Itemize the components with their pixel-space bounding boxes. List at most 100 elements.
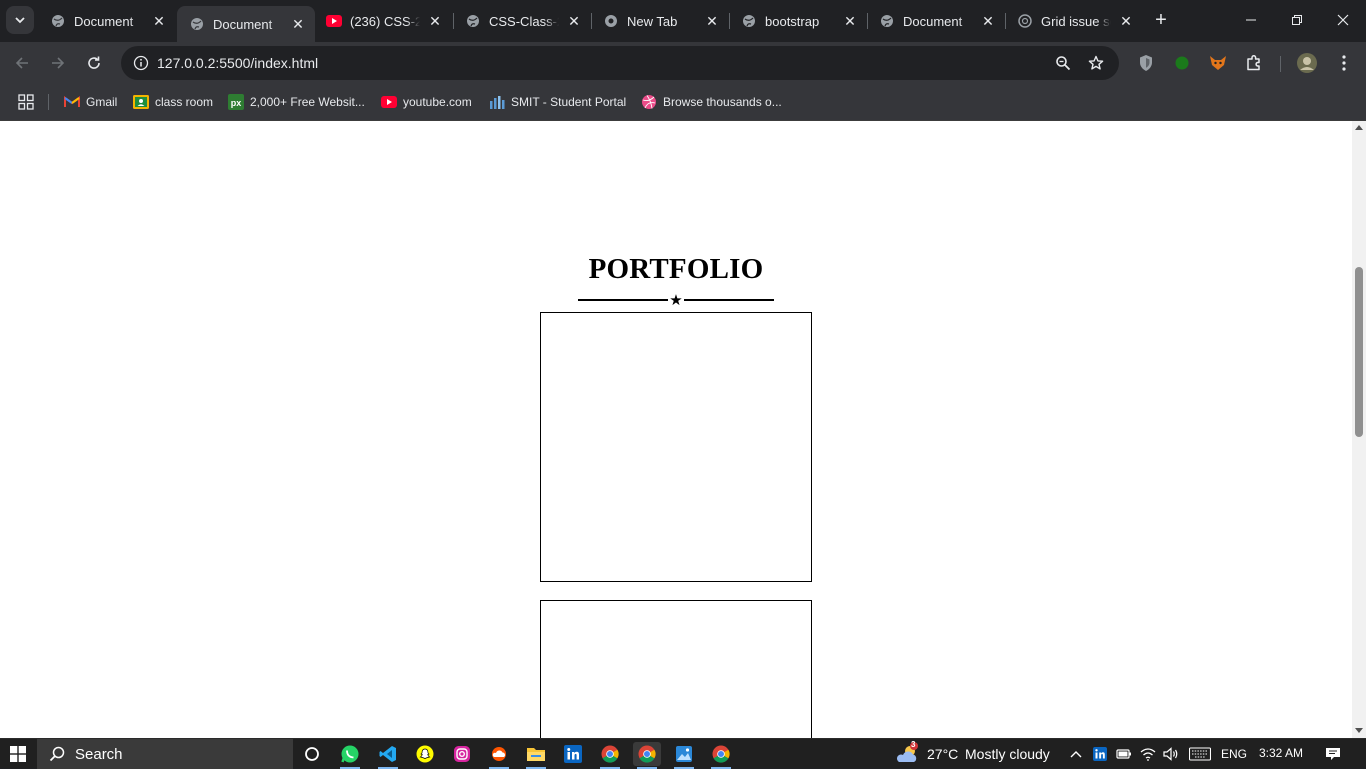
taskbar-vscode[interactable] <box>374 742 402 769</box>
tray-linkedin[interactable] <box>1090 744 1110 764</box>
svg-text:px: px <box>231 98 242 108</box>
close-tab-icon[interactable]: ✕ <box>1117 12 1135 30</box>
url-text[interactable]: 127.0.0.2:5500/index.html <box>157 55 318 71</box>
bookmark-smit-portal[interactable]: SMIT - Student Portal <box>489 92 626 112</box>
close-tab-icon[interactable]: ✕ <box>150 12 168 30</box>
taskbar-instagram[interactable] <box>448 742 476 766</box>
bookmark-gmail[interactable]: Gmail <box>64 92 117 112</box>
taskbar-chrome-2-active[interactable] <box>633 742 661 769</box>
new-tab-button[interactable]: + <box>1150 9 1172 31</box>
tab-search-button[interactable] <box>6 6 34 34</box>
minimize-button[interactable] <box>1228 0 1274 40</box>
close-tab-icon[interactable]: ✕ <box>979 12 997 30</box>
close-tab-icon[interactable]: ✕ <box>426 12 444 30</box>
chrome-icon <box>638 745 656 763</box>
tab-title: Document <box>903 13 963 29</box>
site-info-icon[interactable] <box>129 51 153 75</box>
taskbar-soundcloud[interactable] <box>485 742 513 769</box>
close-tab-icon[interactable]: ✕ <box>703 12 721 30</box>
close-tab-icon[interactable]: ✕ <box>565 12 583 30</box>
extensions-puzzle-icon[interactable] <box>1242 51 1266 75</box>
close-tab-icon[interactable]: ✕ <box>841 12 859 30</box>
plus-icon: + <box>1155 8 1167 31</box>
shield-extension-icon[interactable] <box>1134 51 1158 75</box>
profile-avatar[interactable] <box>1295 51 1319 75</box>
back-button[interactable] <box>8 49 36 77</box>
start-button[interactable] <box>0 739 36 769</box>
notifications-button[interactable] <box>1323 744 1343 764</box>
tray-keyboard[interactable] <box>1188 744 1212 764</box>
taskbar-linkedin[interactable] <box>559 742 587 766</box>
youtube-icon <box>326 13 342 29</box>
portfolio-card <box>540 312 812 582</box>
task-view-button[interactable] <box>298 742 326 766</box>
tab-title: New Tab <box>627 13 678 29</box>
reload-button[interactable] <box>80 49 108 77</box>
search-icon <box>49 746 65 762</box>
show-hidden-icons-button[interactable] <box>1066 744 1086 764</box>
globe-icon <box>50 13 66 29</box>
tab-youtube[interactable]: (236) CSS-20 ✕ <box>314 6 452 36</box>
cloudy-weather-icon <box>896 742 918 762</box>
taskbar-chrome-3[interactable] <box>707 742 735 769</box>
globe-icon <box>465 13 481 29</box>
weather-temperature[interactable]: 27°C <box>927 746 958 762</box>
weather-description[interactable]: Mostly cloudy <box>965 746 1050 762</box>
tab-document-3[interactable]: Document ✕ <box>867 6 1005 36</box>
px-icon: px <box>228 94 244 110</box>
browser-toolbar: 127.0.0.2:5500/index.html <box>0 42 1366 84</box>
green-extension-icon[interactable] <box>1170 51 1194 75</box>
bookmark-star-icon[interactable] <box>1086 53 1106 73</box>
tab-css-class[interactable]: CSS-Class-2 ✕ <box>453 6 591 36</box>
close-tab-icon[interactable]: ✕ <box>289 15 307 33</box>
language-indicator[interactable]: ENG <box>1221 747 1247 761</box>
chevron-down-icon <box>15 17 25 24</box>
tray-volume[interactable] <box>1161 744 1181 764</box>
taskbar-photos[interactable] <box>670 742 698 769</box>
taskbar-search[interactable]: Search <box>37 739 293 769</box>
weather-badge: 3 <box>911 740 916 749</box>
tab-document-2-active[interactable]: Document ✕ <box>177 6 315 42</box>
menu-kebab-icon[interactable] <box>1332 51 1356 75</box>
toolbar-separator <box>1280 56 1281 72</box>
tab-new-tab[interactable]: New Tab ✕ <box>591 6 729 36</box>
taskbar-file-explorer[interactable] <box>522 742 550 769</box>
classroom-icon <box>133 94 149 110</box>
restore-button[interactable] <box>1274 0 1320 40</box>
notification-icon <box>1326 748 1340 760</box>
battery-plug-icon <box>1116 749 1131 759</box>
taskbar-chrome-1[interactable] <box>596 742 624 769</box>
scrollbar-thumb[interactable] <box>1355 267 1363 437</box>
windows-logo-icon <box>10 746 26 762</box>
page-scrollbar[interactable] <box>1352 121 1366 738</box>
divider-line-left <box>578 299 668 301</box>
apps-grid-button[interactable] <box>18 92 34 112</box>
chatgpt-icon <box>1017 13 1033 29</box>
tab-grid-issue[interactable]: Grid issue so ✕ <box>1005 6 1143 36</box>
bookmark-youtube[interactable]: youtube.com <box>381 92 472 112</box>
scroll-down-icon[interactable] <box>1355 728 1363 733</box>
smit-icon <box>489 94 505 110</box>
address-bar[interactable]: 127.0.0.2:5500/index.html <box>121 46 1119 80</box>
chrome-icon <box>712 745 730 763</box>
tray-wifi[interactable] <box>1138 744 1158 764</box>
taskbar-snapchat[interactable] <box>411 742 439 766</box>
taskbar-whatsapp[interactable] <box>336 742 364 769</box>
clock-time[interactable]: 3:32 AM <box>1259 746 1303 760</box>
chevron-up-icon <box>1070 751 1082 758</box>
zoom-icon[interactable] <box>1053 53 1073 73</box>
windows-taskbar: Search 3 27°C Mostly cloudy ENG 3:32 AM <box>0 738 1366 769</box>
bookmark-class-room[interactable]: class room <box>133 92 213 112</box>
bookmark-label: Browse thousands o... <box>663 95 782 109</box>
close-window-button[interactable] <box>1320 0 1366 40</box>
bookmark-free-websites[interactable]: px 2,000+ Free Websit... <box>228 92 365 112</box>
tab-document-1[interactable]: Document ✕ <box>38 6 176 36</box>
forward-button[interactable] <box>44 49 72 77</box>
scroll-up-icon[interactable] <box>1355 125 1363 130</box>
fox-extension-icon[interactable] <box>1206 51 1230 75</box>
weather-widget[interactable] <box>895 741 921 767</box>
tray-battery[interactable] <box>1114 744 1134 764</box>
bookmark-browse-thousands[interactable]: Browse thousands o... <box>641 92 782 112</box>
whatsapp-icon <box>341 745 359 763</box>
tab-bootstrap[interactable]: bootstrap ✕ <box>729 6 867 36</box>
